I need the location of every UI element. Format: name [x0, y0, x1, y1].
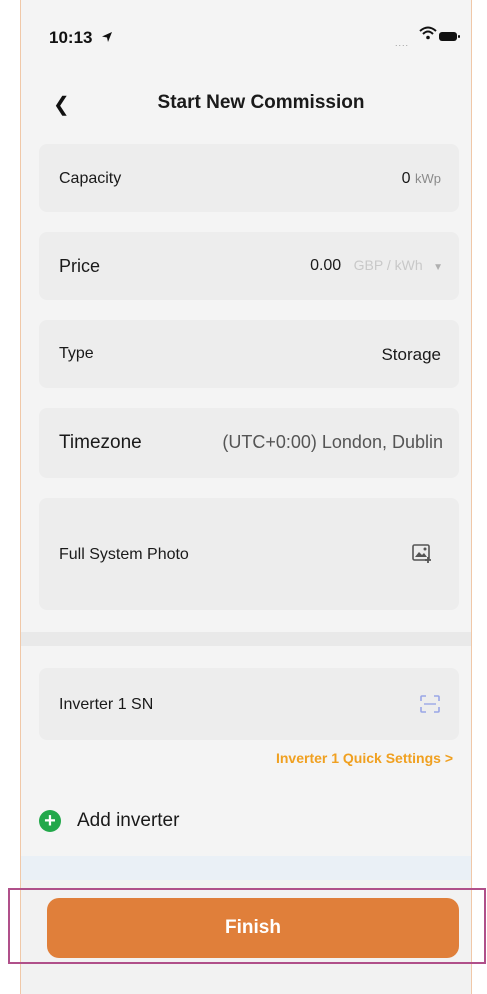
section-divider — [21, 632, 471, 646]
inverter-quick-settings-link[interactable]: Inverter 1 Quick Settings > — [276, 750, 453, 766]
add-photo-icon[interactable] — [411, 542, 433, 569]
footer-band — [21, 856, 471, 880]
phone-screen: 10:13 .... ❮ Start New Commission Capaci… — [20, 0, 472, 994]
nav-bar: ❮ Start New Commission — [21, 76, 471, 132]
dropdown-caret-icon[interactable]: ▼ — [433, 262, 443, 273]
plus-circle-icon: + — [39, 810, 61, 832]
inverter-sn-row[interactable]: Inverter 1 SN — [39, 668, 459, 740]
full-system-photo-row: Full System Photo — [39, 498, 459, 610]
timezone-value[interactable]: (UTC+0:00) London, Dublin — [222, 432, 443, 453]
timezone-row[interactable]: Timezone (UTC+0:00) London, Dublin — [39, 408, 459, 478]
page-title: Start New Commission — [157, 92, 365, 113]
timezone-label: Timezone — [59, 432, 142, 453]
capacity-value[interactable]: 0 — [402, 170, 411, 187]
capacity-label: Capacity — [59, 170, 122, 187]
price-value[interactable]: 0.00 — [310, 257, 341, 274]
type-value[interactable]: Storage — [381, 345, 441, 365]
price-label: Price — [59, 256, 101, 276]
scan-icon[interactable] — [419, 694, 441, 719]
capacity-value-group: 0 kWp — [402, 170, 441, 188]
finish-button[interactable]: Finish — [47, 898, 459, 958]
price-value-group: 0.00 GBP / kWh ▼ — [310, 257, 443, 275]
wifi-icon — [419, 26, 437, 45]
capacity-unit: kWp — [415, 171, 441, 186]
signal-icon: .... — [394, 38, 409, 48]
type-label: Type — [59, 345, 94, 362]
add-inverter-label: Add inverter — [77, 810, 180, 831]
battery-icon — [439, 32, 460, 41]
add-inverter-button[interactable]: + Add inverter — [39, 810, 179, 832]
price-unit-select[interactable]: GBP / kWh — [354, 257, 423, 273]
location-arrow-icon — [101, 28, 113, 48]
status-bar: 10:13 .... — [21, 0, 471, 70]
status-time: 10:13 — [49, 28, 113, 48]
full-system-photo-label: Full System Photo — [59, 546, 189, 563]
type-row[interactable]: Type Storage — [39, 320, 459, 388]
inverter-sn-label: Inverter 1 SN — [59, 696, 154, 713]
time-text: 10:13 — [49, 28, 93, 47]
price-row[interactable]: Price 0.00 GBP / kWh ▼ — [39, 232, 459, 300]
capacity-row[interactable]: Capacity 0 kWp — [39, 144, 459, 212]
